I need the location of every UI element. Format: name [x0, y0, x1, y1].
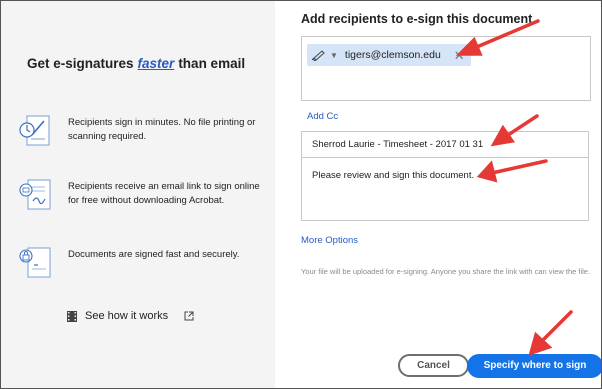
- remove-recipient-icon[interactable]: ✕: [454, 49, 465, 62]
- recipient-chip[interactable]: ▼ tigers@clemson.edu ✕: [307, 44, 471, 66]
- specify-where-to-sign-button[interactable]: Specify where to sign: [467, 354, 601, 378]
- recipient-email: tigers@clemson.edu: [344, 49, 441, 61]
- more-options-link[interactable]: More Options: [301, 235, 358, 246]
- upload-note: Your file will be uploaded for e-signing…: [301, 267, 591, 276]
- see-how-link[interactable]: See how it works: [67, 310, 194, 322]
- signer-role-icon: [311, 50, 325, 61]
- see-how-label[interactable]: See how it works: [85, 310, 168, 322]
- feature-text: Documents are signed fast and securely.: [68, 249, 240, 260]
- esign-dialog: Get e-signatures faster than email Recipie…: [0, 0, 602, 389]
- external-link-icon: [184, 311, 194, 321]
- recipients-input[interactable]: ▼ tigers@clemson.edu ✕: [301, 36, 591, 101]
- feature-text: Recipients receive an email link to sign…: [68, 181, 260, 206]
- info-panel: Get e-signatures faster than email Recipie…: [1, 1, 275, 388]
- add-cc-link[interactable]: Add Cc: [307, 111, 338, 122]
- video-icon: [67, 310, 77, 322]
- secure-document-icon: [19, 247, 51, 278]
- recipient-form: Add recipients to e-sign this document ▼…: [275, 1, 601, 388]
- email-document-icon: [19, 179, 51, 210]
- feature-text: Recipients sign in minutes. No file prin…: [68, 117, 256, 142]
- cancel-button[interactable]: Cancel: [398, 354, 469, 377]
- panel-headline: Get e-signatures faster than email: [27, 56, 246, 71]
- form-title: Add recipients to e-sign this document: [301, 12, 533, 26]
- message-field[interactable]: Please review and sign this document.: [301, 158, 589, 221]
- chevron-down-icon[interactable]: ▼: [330, 51, 338, 60]
- sign-document-icon: [19, 115, 50, 146]
- subject-field[interactable]: Sherrod Laurie - Timesheet - 2017 01 31: [301, 131, 589, 158]
